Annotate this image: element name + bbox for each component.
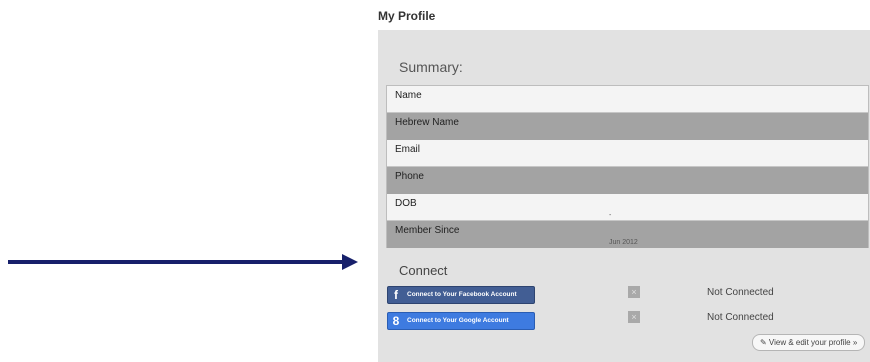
summary-title: Summary:: [399, 59, 463, 75]
row-label-member-since: Member Since: [395, 225, 460, 236]
connect-google-label: Connect to Your Google Account: [407, 317, 509, 324]
table-row: Email: [387, 140, 868, 167]
row-label-email: Email: [395, 144, 421, 155]
table-row: DOB -: [387, 194, 868, 221]
summary-table: Name Hebrew Name Email Phone DOB - Membe…: [386, 85, 869, 248]
table-row: Phone: [387, 167, 868, 194]
connect-facebook-button[interactable]: f Connect to Your Facebook Account: [387, 286, 535, 304]
facebook-icon: f: [394, 288, 398, 302]
connect-facebook-label: Connect to Your Facebook Account: [407, 291, 517, 298]
view-edit-profile-button[interactable]: ✎ View & edit your profile »: [752, 334, 866, 351]
row-value-member-since: Jun 2012: [609, 239, 638, 246]
remove-google-icon[interactable]: ×: [628, 311, 640, 323]
remove-facebook-icon[interactable]: ×: [628, 286, 640, 298]
page-title: My Profile: [378, 9, 436, 23]
table-row: Member Since Jun 2012: [387, 221, 868, 248]
arrow-indicator: [8, 254, 358, 270]
table-row: Hebrew Name: [387, 113, 868, 140]
profile-panel: Summary: Name Hebrew Name Email Phone DO…: [378, 30, 870, 362]
google-status: Not Connected: [707, 312, 774, 323]
connect-title: Connect: [399, 263, 448, 278]
google-icon: 8: [392, 314, 400, 328]
table-row: Name: [387, 86, 868, 113]
row-value-dob: -: [609, 212, 612, 219]
facebook-status: Not Connected: [707, 287, 774, 298]
row-label-hebrew-name: Hebrew Name: [395, 117, 459, 128]
row-label-phone: Phone: [395, 171, 424, 182]
connect-google-button[interactable]: 8 Connect to Your Google Account: [387, 312, 535, 330]
row-label-name: Name: [395, 90, 422, 101]
row-label-dob: DOB: [395, 198, 417, 209]
